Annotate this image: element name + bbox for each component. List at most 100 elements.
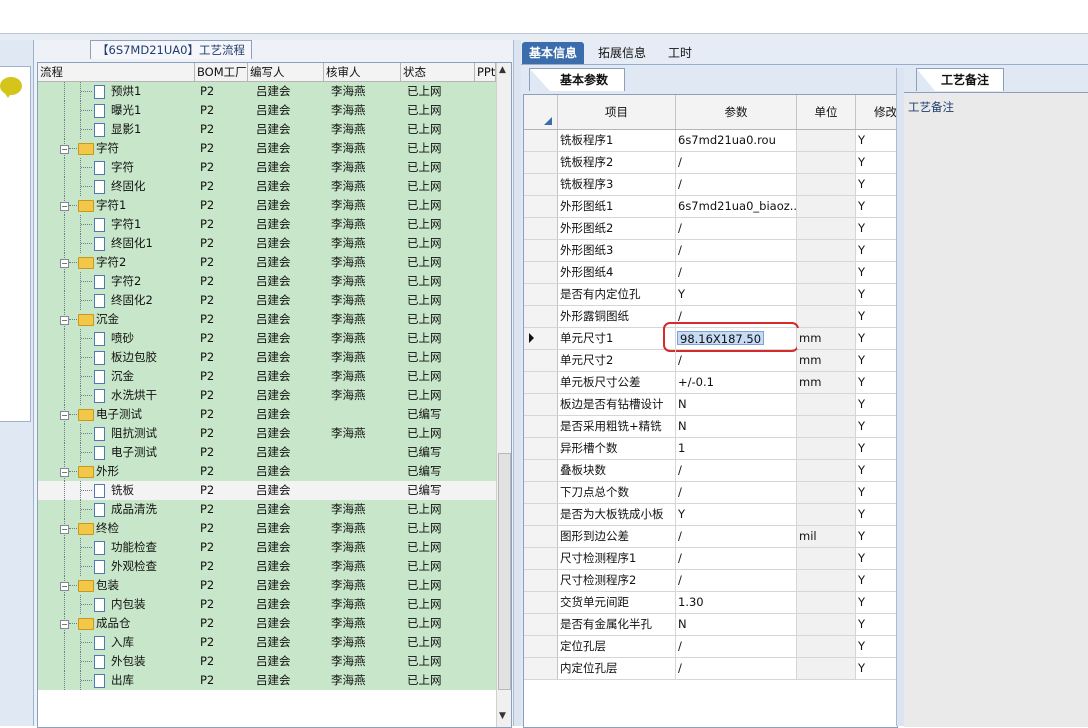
param-row[interactable]: 是否有金属化半孔 N Y	[524, 614, 897, 636]
row-header[interactable]	[524, 196, 558, 217]
param-modify-cell[interactable]: Y	[856, 262, 897, 283]
process-row[interactable]: 字符2 P2 吕建会 李海燕 已上网	[38, 272, 496, 291]
param-modify-cell[interactable]: Y	[856, 218, 897, 239]
row-header[interactable]	[524, 592, 558, 613]
param-row[interactable]: 是否采用粗铣+精铣 N Y	[524, 416, 897, 438]
param-modify-cell[interactable]: Y	[856, 526, 897, 547]
column-header-unit[interactable]: 单位	[797, 95, 856, 129]
column-header-author[interactable]: 编写人	[248, 63, 324, 81]
param-value-cell[interactable]: /	[676, 548, 797, 569]
process-row[interactable]: 预烘1 P2 吕建会 李海燕 已上网	[38, 82, 496, 101]
param-row[interactable]: 外形图纸1 6s7md21ua0_biaoz... Y	[524, 196, 897, 218]
process-row[interactable]: − 字符1 P2 吕建会 李海燕 已上网	[38, 196, 496, 215]
param-row[interactable]: 图形到边公差 / mil Y	[524, 526, 897, 548]
collapse-toggle-icon[interactable]: −	[60, 411, 69, 420]
row-header[interactable]	[524, 658, 558, 679]
collapse-toggle-icon[interactable]: −	[60, 620, 69, 629]
param-modify-cell[interactable]: Y	[856, 636, 897, 657]
collapse-toggle-icon[interactable]: −	[60, 145, 69, 154]
param-value-cell[interactable]: Y	[676, 504, 797, 525]
process-row[interactable]: 显影1 P2 吕建会 李海燕 已上网	[38, 120, 496, 139]
process-row[interactable]: 成品清洗 P2 吕建会 李海燕 已上网	[38, 500, 496, 519]
param-row[interactable]: 板边是否有钻槽设计 N Y	[524, 394, 897, 416]
process-row[interactable]: 出库 P2 吕建会 李海燕 已上网	[38, 671, 496, 690]
param-row[interactable]: 是否有内定位孔 Y Y	[524, 284, 897, 306]
param-row[interactable]: 外形图纸2/ Y	[524, 218, 897, 240]
collapse-toggle-icon[interactable]: −	[60, 259, 69, 268]
param-row[interactable]: 铣板程序3/ Y	[524, 174, 897, 196]
row-header[interactable]	[524, 328, 558, 349]
param-modify-cell[interactable]: Y	[856, 152, 897, 173]
process-row[interactable]: 外观检查 P2 吕建会 李海燕 已上网	[38, 557, 496, 576]
param-row[interactable]: 内定位孔层 / Y	[524, 658, 897, 680]
collapse-toggle-icon[interactable]: −	[60, 202, 69, 211]
process-row[interactable]: 水洗烘干 P2 吕建会 李海燕 已上网	[38, 386, 496, 405]
param-modify-cell[interactable]: Y	[856, 614, 897, 635]
param-value-cell[interactable]: /	[676, 658, 797, 679]
param-value-cell[interactable]: /	[676, 174, 797, 195]
column-header-modify[interactable]: 修改	[856, 95, 897, 129]
param-value-cell[interactable]: /	[676, 636, 797, 657]
param-value-cell[interactable]: /	[676, 482, 797, 503]
column-header-item[interactable]: 项目	[558, 95, 676, 129]
process-row[interactable]: − 包装 P2 吕建会 李海燕 已上网	[38, 576, 496, 595]
process-row[interactable]: 内包装 P2 吕建会 李海燕 已上网	[38, 595, 496, 614]
process-row[interactable]: 终固化 P2 吕建会 李海燕 已上网	[38, 177, 496, 196]
param-row[interactable]: 外形图纸3/ Y	[524, 240, 897, 262]
param-value-cell[interactable]: 1	[676, 438, 797, 459]
param-row[interactable]: 单元板尺寸公差 +/-0.1 mm Y	[524, 372, 897, 394]
param-modify-cell[interactable]: Y	[856, 460, 897, 481]
process-row[interactable]: 字符1 P2 吕建会 李海燕 已上网	[38, 215, 496, 234]
chat-bubble-icon[interactable]	[0, 77, 22, 98]
param-modify-cell[interactable]: Y	[856, 174, 897, 195]
param-value-cell[interactable]: N	[676, 614, 797, 635]
param-value-cell[interactable]: Y	[676, 284, 797, 305]
process-row[interactable]: − 沉金 P2 吕建会 李海燕 已上网	[38, 310, 496, 329]
column-header-param[interactable]: 参数	[676, 95, 797, 129]
row-header[interactable]	[524, 438, 558, 459]
row-header[interactable]	[524, 504, 558, 525]
param-modify-cell[interactable]: Y	[856, 306, 897, 327]
param-modify-cell[interactable]: Y	[856, 372, 897, 393]
param-value-cell[interactable]: /	[676, 350, 797, 371]
param-value-cell[interactable]: /	[676, 460, 797, 481]
process-scrollbar[interactable]: ▲ ▼	[496, 63, 511, 727]
process-row[interactable]: − 电子测试 P2 吕建会 已编写	[38, 405, 496, 424]
tab-basic-info[interactable]: 基本信息	[522, 42, 585, 64]
column-header-flow[interactable]: 流程	[38, 63, 195, 81]
column-header-bom[interactable]: BOM工厂	[195, 63, 248, 81]
remarks-body[interactable]: 工艺备注	[904, 92, 1088, 727]
process-row[interactable]: 板边包胶 P2 吕建会 李海燕 已上网	[38, 348, 496, 367]
param-row[interactable]: 定位孔层 / Y	[524, 636, 897, 658]
param-modify-cell[interactable]: Y	[856, 328, 897, 349]
process-row[interactable]: − 外形 P2 吕建会 已编写	[38, 462, 496, 481]
process-row[interactable]: 铣板 P2 吕建会 已编写	[38, 481, 496, 500]
param-modify-cell[interactable]: Y	[856, 570, 897, 591]
process-row[interactable]: 阻抗测试 P2 吕建会 李海燕 已上网	[38, 424, 496, 443]
row-header[interactable]	[524, 306, 558, 327]
param-modify-cell[interactable]: Y	[856, 548, 897, 569]
param-modify-cell[interactable]: Y	[856, 284, 897, 305]
param-modify-cell[interactable]: Y	[856, 130, 897, 151]
process-row[interactable]: 入库 P2 吕建会 李海燕 已上网	[38, 633, 496, 652]
param-value-cell[interactable]: /	[676, 152, 797, 173]
param-value-cell[interactable]: /	[676, 262, 797, 283]
process-row[interactable]: − 终检 P2 吕建会 李海燕 已上网	[38, 519, 496, 538]
param-row[interactable]: 外形图纸4/ Y	[524, 262, 897, 284]
param-value-cell[interactable]: 1.30	[676, 592, 797, 613]
param-modify-cell[interactable]: Y	[856, 504, 897, 525]
process-row[interactable]: 功能检查 P2 吕建会 李海燕 已上网	[38, 538, 496, 557]
param-row[interactable]: 铣板程序2/ Y	[524, 152, 897, 174]
row-header[interactable]	[524, 218, 558, 239]
row-header[interactable]	[524, 526, 558, 547]
collapse-toggle-icon[interactable]: −	[60, 582, 69, 591]
process-row[interactable]: − 成品仓 P2 吕建会 李海燕 已上网	[38, 614, 496, 633]
process-row[interactable]: 喷砂 P2 吕建会 李海燕 已上网	[38, 329, 496, 348]
row-header[interactable]	[524, 416, 558, 437]
param-row[interactable]: 单元尺寸1 98.16X187.50 mm Y	[524, 322, 897, 352]
process-row[interactable]: 终固化1 P2 吕建会 李海燕 已上网	[38, 234, 496, 253]
collapse-toggle-icon[interactable]: −	[60, 316, 69, 325]
row-header[interactable]	[524, 460, 558, 481]
row-header[interactable]	[524, 372, 558, 393]
param-modify-cell[interactable]: Y	[856, 394, 897, 415]
